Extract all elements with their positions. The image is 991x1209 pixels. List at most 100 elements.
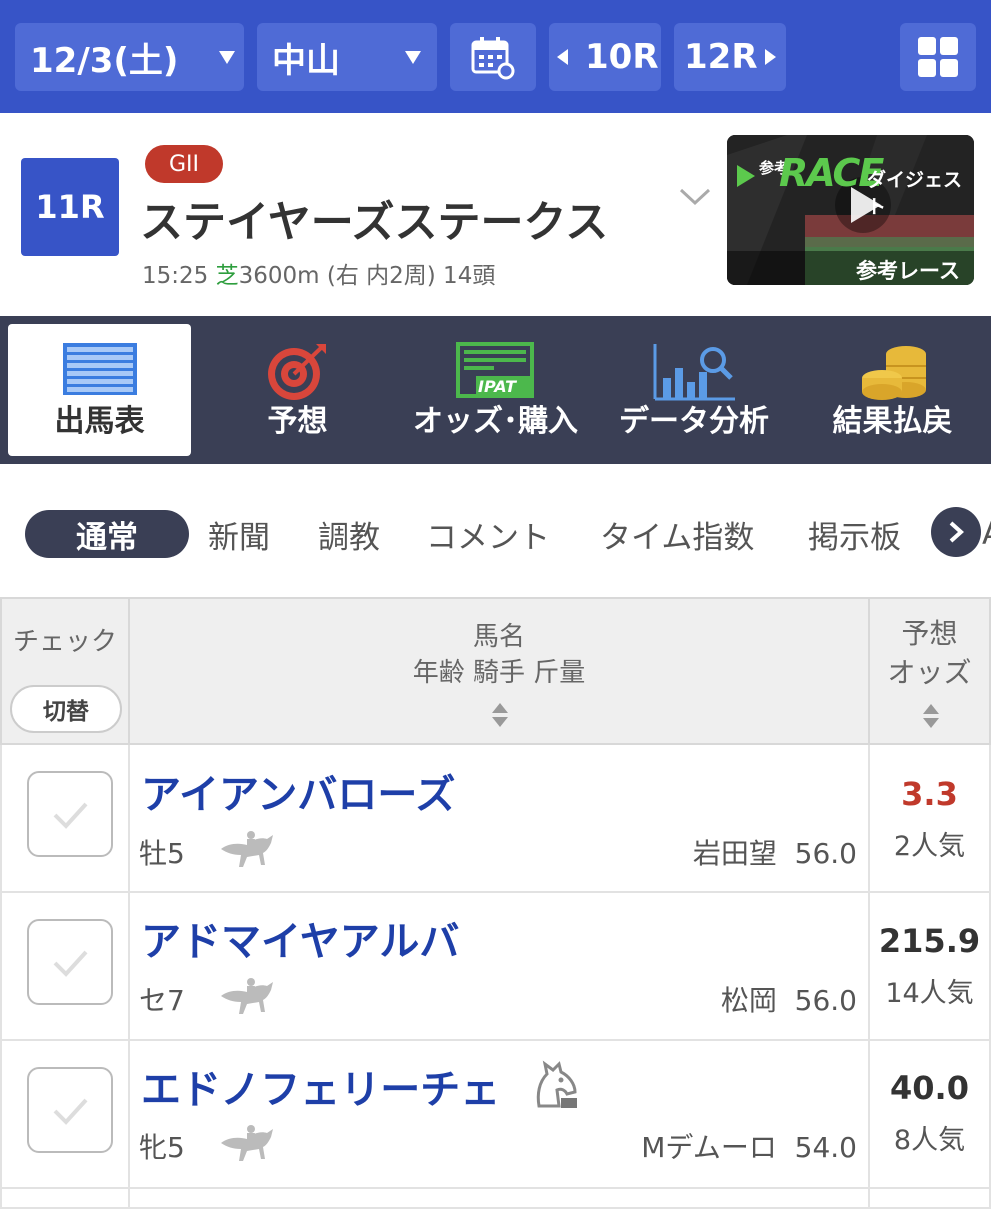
chart-search-icon bbox=[653, 344, 735, 401]
header-subinfo-label: 年齢 騎手 斤量 bbox=[412, 658, 586, 688]
odds-cell bbox=[868, 893, 991, 1041]
subtab-time-index[interactable]: タイム指数 bbox=[600, 510, 754, 558]
check-icon bbox=[53, 950, 88, 977]
nav-label: オッズ･購入 bbox=[413, 404, 578, 439]
horse-checkbox[interactable] bbox=[27, 1067, 113, 1153]
race-surface: 芝 bbox=[215, 263, 239, 289]
calendar-icon bbox=[471, 37, 515, 80]
chevron-down-icon bbox=[405, 51, 421, 64]
odds-value: 40.0 bbox=[890, 1069, 969, 1107]
nav-label: 予想 bbox=[267, 404, 328, 439]
header-check-label: チェック bbox=[12, 627, 117, 657]
expand-chevron-icon[interactable] bbox=[678, 186, 712, 208]
coins-icon bbox=[862, 346, 926, 400]
jockey-name: Mデムーロ bbox=[641, 1131, 777, 1164]
jockey-weight: 松岡 56.0 bbox=[721, 979, 857, 1019]
subtab-board[interactable]: 掲示板 bbox=[808, 510, 901, 558]
check-cell bbox=[0, 745, 130, 893]
venue-value: 中山 bbox=[272, 40, 340, 81]
nav-label: 結果払戻 bbox=[832, 404, 953, 439]
menu-grid-button[interactable] bbox=[900, 23, 976, 91]
check-icon bbox=[53, 802, 88, 829]
chevron-down-icon bbox=[219, 51, 235, 64]
subtab-overflow: A bbox=[982, 510, 991, 558]
nav-results-payout[interactable]: 結果払戻 bbox=[805, 324, 980, 456]
subtab-training[interactable]: 調教 bbox=[318, 510, 380, 558]
nav-label: データ分析 bbox=[619, 404, 769, 439]
nav-entries[interactable]: 出馬表 bbox=[8, 324, 191, 456]
calendar-button[interactable] bbox=[450, 23, 536, 91]
horse-checkbox[interactable] bbox=[27, 919, 113, 1005]
grade-badge: GII bbox=[145, 145, 223, 183]
thumb-caption: 参考レース bbox=[856, 259, 960, 283]
date-value: 12/3(土) bbox=[30, 40, 179, 81]
thumb-label-digest: ダイジェスト bbox=[867, 169, 963, 218]
chevron-right-icon bbox=[949, 521, 964, 543]
next-race-label: 12R bbox=[684, 37, 758, 77]
header-odds-label-1: 予想 bbox=[901, 617, 958, 650]
race-title: ステイヤーズステークス bbox=[140, 198, 609, 248]
subtab-normal[interactable]: 通常 bbox=[25, 510, 189, 558]
jockey-weight: 岩田望 56.0 bbox=[693, 832, 857, 872]
race-info: 15:25 芝3600m (右 内2周) 14頭 bbox=[142, 256, 495, 290]
nav-odds-purchase[interactable]: IPAT オッズ･購入 bbox=[398, 324, 593, 456]
prev-race-label: 10R bbox=[585, 37, 659, 77]
horse-name-link[interactable]: アドマイヤアルバ bbox=[141, 909, 459, 967]
subtab-comments[interactable]: コメント bbox=[426, 510, 550, 558]
carried-weight: 56.0 bbox=[794, 837, 857, 870]
reference-race-thumbnail[interactable]: 参考 RACE ダイジェスト 参考レース bbox=[727, 135, 974, 285]
subtab-newspaper[interactable]: 新聞 bbox=[208, 510, 270, 558]
check-icon bbox=[53, 1098, 88, 1125]
ipat-text: IPAT bbox=[478, 377, 516, 396]
grid-icon bbox=[918, 37, 958, 77]
odds-value: 215.9 bbox=[878, 922, 981, 960]
jockey-silhouette-icon bbox=[221, 831, 273, 867]
odds-cell bbox=[868, 1041, 991, 1189]
header-odds-cell[interactable]: 予想 オッズ bbox=[868, 597, 991, 745]
date-select[interactable]: 12/3(土) bbox=[15, 23, 244, 91]
main-nav: 出馬表 予想 IPAT オッズ･購入 データ分析 結果払戻 bbox=[0, 316, 991, 464]
header-name-cell[interactable]: 馬名 年齢 騎手 斤量 bbox=[128, 597, 870, 745]
odds-cell bbox=[868, 1189, 991, 1209]
check-cell bbox=[0, 1041, 130, 1189]
jockey-silhouette-icon bbox=[221, 1125, 273, 1161]
chevron-left-icon bbox=[557, 49, 568, 65]
nav-data-analysis[interactable]: データ分析 bbox=[605, 324, 783, 456]
header-check-cell: チェック 切替 bbox=[0, 597, 130, 745]
nav-prediction[interactable]: 予想 bbox=[215, 324, 380, 456]
horse-sex-age: 牝5 bbox=[139, 1131, 185, 1164]
horse-name-link[interactable]: エドノフェリーチェ bbox=[141, 1057, 500, 1115]
chevron-right-icon bbox=[765, 49, 776, 65]
popularity-rank: 8人気 bbox=[893, 1125, 966, 1156]
nav-label: 出馬表 bbox=[54, 404, 145, 439]
check-cell bbox=[0, 1189, 130, 1209]
jockey-name: 松岡 bbox=[720, 984, 777, 1017]
horse-name-link[interactable]: アイアンバローズ bbox=[141, 762, 455, 820]
name-cell bbox=[128, 1189, 870, 1209]
entries-table-icon bbox=[63, 343, 137, 395]
odds-cell bbox=[868, 745, 991, 893]
popularity-rank: 14人気 bbox=[885, 978, 974, 1009]
venue-select[interactable]: 中山 bbox=[257, 23, 437, 91]
top-bar: 12/3(土) 中山 10R 12R bbox=[0, 0, 991, 113]
prev-race-button[interactable]: 10R bbox=[549, 23, 661, 91]
check-cell bbox=[0, 893, 130, 1041]
odds-value: 3.3 bbox=[901, 775, 958, 813]
toggle-button[interactable]: 切替 bbox=[10, 685, 122, 733]
sort-icon bbox=[923, 704, 939, 728]
sort-icon bbox=[492, 703, 508, 727]
race-time: 15:25 bbox=[142, 263, 209, 289]
horse-head-icon bbox=[536, 1060, 577, 1108]
race-number-badge: 11R bbox=[21, 158, 119, 256]
race-details: 3600m (右 内2周) 14頭 bbox=[238, 263, 496, 289]
header-odds-label-2: オッズ bbox=[887, 656, 972, 689]
next-race-button[interactable]: 12R bbox=[674, 23, 786, 91]
popularity-rank: 2人気 bbox=[893, 831, 966, 862]
subtab-scroll-button[interactable] bbox=[931, 507, 981, 557]
carried-weight: 56.0 bbox=[794, 984, 857, 1017]
horse-sex-age: セ7 bbox=[139, 984, 185, 1017]
target-icon bbox=[268, 344, 326, 400]
jockey-name: 岩田望 bbox=[692, 837, 777, 870]
header-name-label: 馬名 bbox=[472, 622, 525, 652]
horse-checkbox[interactable] bbox=[27, 771, 113, 857]
